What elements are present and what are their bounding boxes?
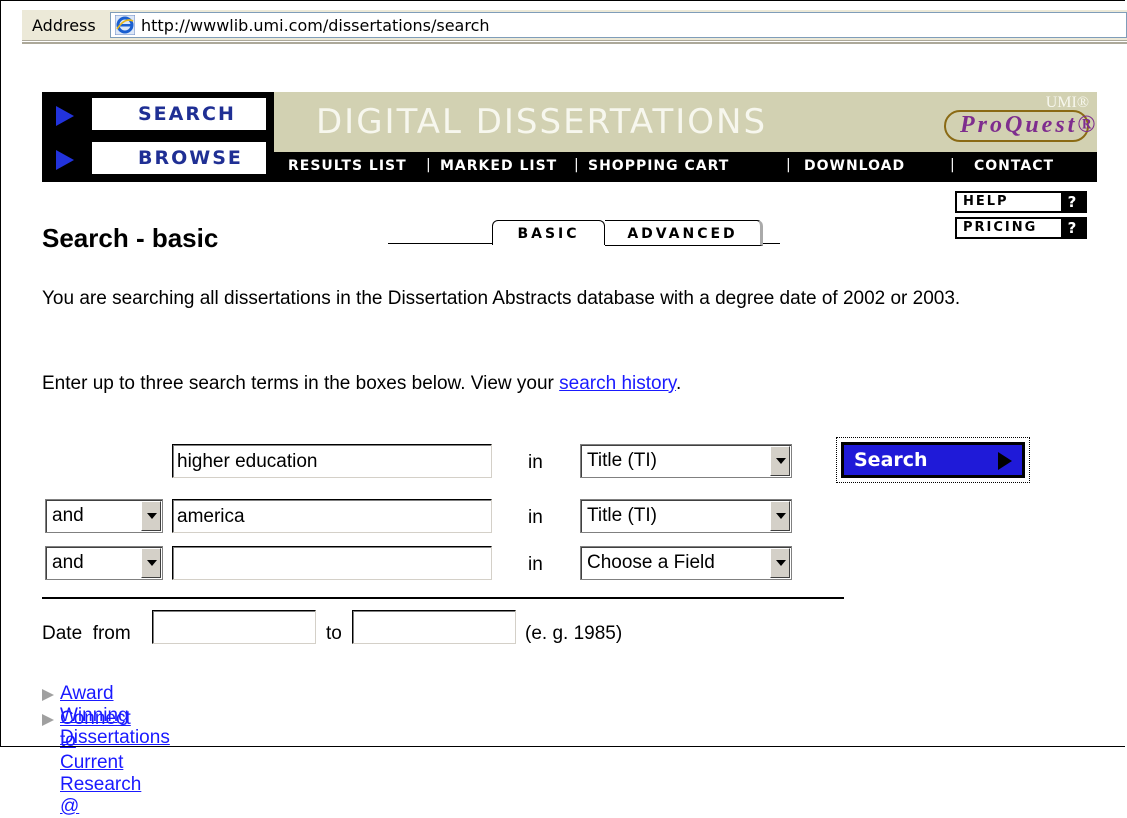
menu-contact[interactable]: CONTACT — [974, 158, 1054, 174]
field-select-2-value: Title (TI) — [587, 505, 658, 526]
operator-select-2[interactable]: and — [45, 499, 163, 533]
search-term-2-input[interactable]: america — [172, 499, 492, 533]
field-select-1[interactable]: Title (TI) — [580, 444, 792, 478]
pricing-button[interactable]: PRICING ? — [955, 217, 1087, 239]
address-input[interactable]: http://wwwlib.umi.com/dissertations/sear… — [110, 12, 1127, 38]
toolbar-divider — [22, 42, 1127, 44]
menu-separator: | — [574, 157, 579, 173]
help-button[interactable]: HELP ? — [955, 191, 1087, 213]
search-term-3-input[interactable] — [172, 546, 492, 580]
address-url: http://wwwlib.umi.com/dissertations/sear… — [141, 16, 490, 35]
field-select-2[interactable]: Title (TI) — [580, 499, 792, 533]
menu-shopping-cart[interactable]: SHOPPING CART — [588, 158, 729, 174]
proquest-logo[interactable]: ProQuest® — [944, 110, 1095, 142]
menu-separator: | — [950, 157, 955, 173]
address-label: Address — [32, 16, 96, 35]
page-title: Search - basic — [42, 223, 219, 253]
nav-browse-button[interactable]: BROWSE — [42, 138, 274, 180]
operator-select-3[interactable]: and — [45, 546, 163, 580]
in-label: in — [528, 554, 543, 575]
form-divider — [42, 597, 844, 599]
chevron-down-icon[interactable] — [770, 501, 790, 531]
chevron-down-icon[interactable] — [141, 501, 161, 531]
field-select-3[interactable]: Choose a Field — [580, 546, 792, 580]
date-to-input[interactable] — [352, 610, 516, 644]
title-band: DIGITAL DISSERTATIONS UMI® ProQuest® — [274, 92, 1097, 152]
field-select-3-value: Choose a Field — [587, 552, 715, 573]
menu-separator: | — [786, 157, 791, 173]
question-icon: ? — [1061, 193, 1085, 211]
date-from-input[interactable] — [152, 610, 316, 644]
menu-results-list[interactable]: RESULTS LIST — [288, 158, 407, 174]
site-title: DIGITAL DISSERTATIONS — [316, 102, 768, 142]
search-button-label: Search — [854, 449, 928, 471]
top-menu: RESULTS LIST | MARKED LIST | SHOPPING CA… — [274, 152, 1097, 182]
arrow-right-icon — [56, 106, 74, 126]
operator-select-2-value: and — [52, 505, 84, 526]
site-banner: SEARCH BROWSE DIGITAL DISSERTATIONS UMI®… — [42, 92, 1097, 182]
field-select-1-value: Title (TI) — [587, 450, 658, 471]
connect-to-current-research-link[interactable]: Connect to Current Research @ — [60, 708, 141, 818]
internet-explorer-icon — [115, 15, 135, 35]
menu-download[interactable]: DOWNLOAD — [804, 158, 905, 174]
primary-nav: SEARCH BROWSE — [42, 92, 274, 182]
chevron-down-icon[interactable] — [770, 446, 790, 476]
date-from-label: Date from — [42, 623, 131, 644]
nav-search-button[interactable]: SEARCH — [42, 94, 274, 136]
search-button[interactable]: Search — [836, 437, 1030, 483]
search-term-1-input[interactable]: higher education — [172, 444, 492, 478]
search-button-face: Search — [841, 442, 1025, 478]
instructions-prefix: Enter up to three search terms in the bo… — [42, 373, 560, 394]
search-history-link[interactable]: search history — [559, 373, 676, 394]
triangle-bullet-icon — [42, 714, 54, 726]
nav-search-label: SEARCH — [92, 98, 266, 130]
triangle-bullet-icon — [42, 689, 54, 701]
pricing-label: PRICING — [963, 220, 1038, 235]
chevron-down-icon[interactable] — [141, 548, 161, 578]
arrow-right-icon — [998, 452, 1012, 470]
instructions-suffix: . — [676, 373, 682, 394]
chevron-down-icon[interactable] — [770, 548, 790, 578]
operator-select-3-value: and — [52, 552, 84, 573]
proquest-logo-text: ProQuest® — [960, 112, 1099, 138]
in-label: in — [528, 507, 543, 528]
tab-advanced[interactable]: ADVANCED — [605, 220, 763, 246]
help-label: HELP — [963, 194, 1009, 209]
nav-browse-label: BROWSE — [92, 142, 266, 174]
arrow-right-icon — [56, 150, 74, 170]
date-example-hint: (e. g. 1985) — [525, 623, 623, 644]
intro-text: You are searching all dissertations in t… — [42, 288, 961, 309]
address-bar: Address http://wwwlib.umi.com/dissertati… — [22, 10, 1127, 41]
tab-basic[interactable]: BASIC — [492, 220, 605, 245]
instructions-text: Enter up to three search terms in the bo… — [42, 373, 681, 395]
question-icon: ? — [1061, 219, 1085, 237]
in-label: in — [528, 452, 543, 473]
menu-separator: | — [426, 157, 431, 173]
menu-marked-list[interactable]: MARKED LIST — [440, 158, 557, 174]
date-to-label: to — [326, 623, 342, 644]
